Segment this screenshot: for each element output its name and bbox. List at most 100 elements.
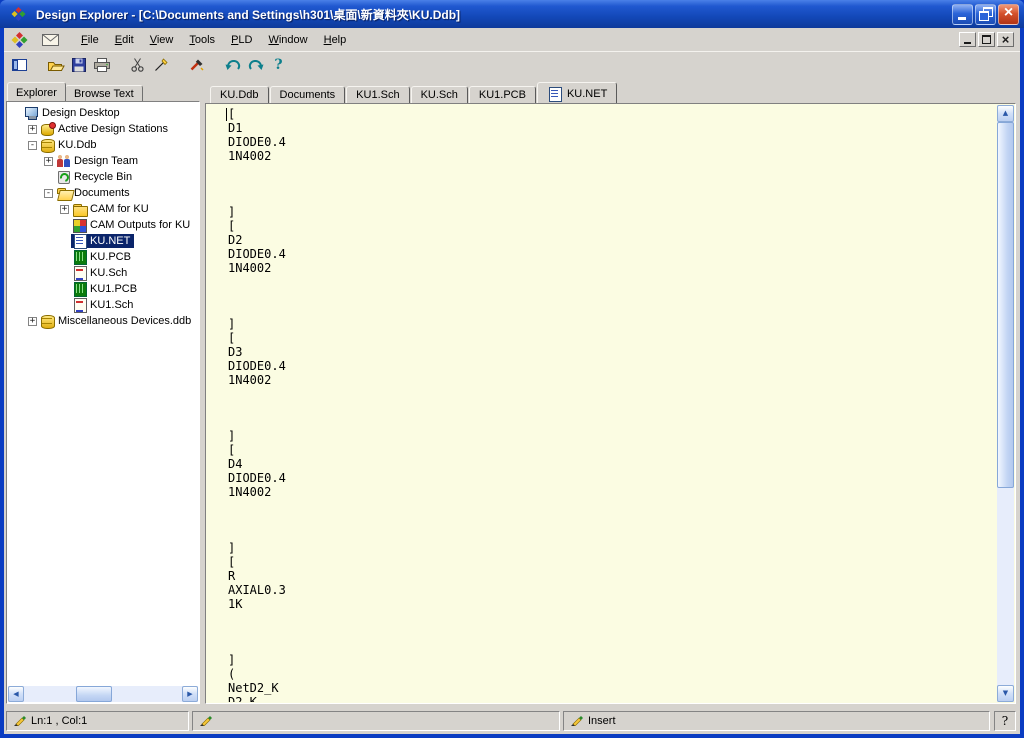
menu-help[interactable]: Help [316,31,355,49]
toolbar-separator [172,54,185,76]
up-arrow-icon: ▲ [1003,110,1008,117]
tree-indent [10,281,58,297]
doc-tab-ku1-pcb[interactable]: KU1.PCB [469,86,536,103]
menu-bar: FileEditViewToolsPLDWindowHelp [4,28,1020,51]
tree-item-content: Documents [55,186,134,200]
minimize-button[interactable] [952,4,973,25]
tree-item-label: KU1.PCB [88,282,140,296]
document-close-button[interactable] [997,32,1014,47]
tree-item-ku-net[interactable]: KU.NET [10,233,198,249]
scroll-up-button[interactable]: ▲ [997,105,1014,122]
collapse-icon[interactable]: - [42,185,55,201]
editor-vertical-scrollbar[interactable]: ▲ ▼ [997,105,1014,702]
pencil-icon [198,714,212,726]
redo-icon [248,58,264,72]
restore-button[interactable] [975,4,996,25]
expand-box-glyph: - [44,189,53,198]
toggle-panels-button[interactable] [8,54,31,76]
redo-button[interactable] [244,54,267,76]
tree-item-ku-pcb[interactable]: KU.PCB [10,249,198,265]
doc-tab-ku-sch[interactable]: KU.Sch [411,86,468,103]
menu-file[interactable]: File [73,31,107,49]
menu-edit[interactable]: Edit [107,31,142,49]
collapse-icon[interactable]: - [26,137,39,153]
status-bar: ? Ln:1 , Col:1Insert [4,708,1020,734]
print-button[interactable] [90,54,113,76]
tab-browse-text[interactable]: Browse Text [65,85,143,101]
doc-tab-label: KU.NET [567,88,607,100]
tree-item-cam-for-ku[interactable]: +CAM for KU [10,201,198,217]
tree-item-ku-ddb[interactable]: -KU.Ddb [10,137,198,153]
save-button[interactable] [67,54,90,76]
tree-item-label: Recycle Bin [72,170,135,184]
expand-icon[interactable]: + [26,313,39,329]
doc-tab-documents[interactable]: Documents [270,86,346,103]
scroll-down-button[interactable]: ▼ [997,685,1014,702]
net-icon [72,234,88,248]
tree-indent [10,313,26,329]
menu-pld[interactable]: PLD [223,31,260,49]
tree-item-label: KU.NET [88,234,133,248]
wand-button[interactable] [185,54,208,76]
team-icon [56,154,72,168]
scroll-track-horizontal[interactable] [24,686,182,702]
window-controls [952,4,1019,25]
text-caret [226,108,227,121]
status-help-button[interactable]: ? [994,711,1016,731]
undo-button[interactable] [221,54,244,76]
scroll-track-vertical[interactable] [997,122,1014,685]
tree-indent [10,249,58,265]
toolbar-separator [208,54,221,76]
scroll-thumb-vertical[interactable] [997,122,1014,488]
save-icon [72,58,86,72]
draw-line-button[interactable] [149,54,172,76]
tree-item-miscellaneous-devices-ddb[interactable]: +Miscellaneous Devices.ddb [10,313,198,329]
envelope-icon[interactable] [42,34,59,46]
tree-item-label: KU1.Sch [88,298,136,312]
tree-item-documents[interactable]: -Documents [10,185,198,201]
print-icon [94,58,110,72]
help-button[interactable]: ? [267,54,290,76]
document-tabs: KU.DdbDocumentsKU1.SchKU.SchKU1.PCB KU.NE… [205,82,1016,103]
tree-item-active-design-stations[interactable]: + Active Design Stations [10,121,198,137]
mdi-controls [959,32,1017,47]
tree-item-content: Design Desktop [23,106,124,120]
tree-item-design-desktop[interactable]: Design Desktop [10,105,198,121]
tree-item-ku1-pcb[interactable]: KU1.PCB [10,281,198,297]
doc-tab-ku-net[interactable]: KU.NET [537,82,617,103]
cut-button[interactable] [126,54,149,76]
tree-item-content: KU1.PCB [71,282,141,296]
expand-icon[interactable]: + [26,121,39,137]
menu-window[interactable]: Window [260,31,315,49]
close-button[interactable] [998,4,1019,25]
scroll-left-button[interactable]: ◀ [8,686,24,702]
tree-item-cam-outputs-for-ku[interactable]: CAM Outputs for KU [10,217,198,233]
open-button[interactable] [44,54,67,76]
tree-horizontal-scrollbar[interactable]: ◀ ▶ [8,686,198,702]
tree-item-design-team[interactable]: +Design Team [10,153,198,169]
doc-tab-ku1-sch[interactable]: KU1.Sch [346,86,409,103]
tree-item-recycle-bin[interactable]: Recycle Bin [10,169,198,185]
scroll-right-button[interactable]: ▶ [182,686,198,702]
tree-item-content: CAM Outputs for KU [71,218,194,232]
pencil-icon [569,714,583,729]
expand-icon[interactable]: + [58,201,71,217]
tab-explorer[interactable]: Explorer [7,82,66,101]
editor-content[interactable]: [ D1 DIODE0.4 1N4002 ] [ D2 DIODE0.4 1N4… [207,105,996,702]
scroll-thumb-horizontal[interactable] [76,686,112,702]
menu-tools[interactable]: Tools [181,31,223,49]
pcb-icon [72,282,88,296]
document-restore-button[interactable] [978,32,995,47]
tree-item-label: KU.Sch [88,266,130,280]
expand-icon[interactable]: + [42,153,55,169]
document-minimize-button[interactable] [959,32,976,47]
tree-item-content: Design Team [55,154,142,168]
help-icon: ? [274,57,282,73]
doc-tab-ku-ddb[interactable]: KU.Ddb [210,86,269,103]
tree-item-label: Active Design Stations [56,122,171,136]
tree-item-ku1-sch[interactable]: KU1.Sch [10,297,198,313]
tree-item-ku-sch[interactable]: KU.Sch [10,265,198,281]
tree-item-content: KU.NET [71,234,134,248]
tree-indent [10,169,42,185]
menu-view[interactable]: View [142,31,182,49]
